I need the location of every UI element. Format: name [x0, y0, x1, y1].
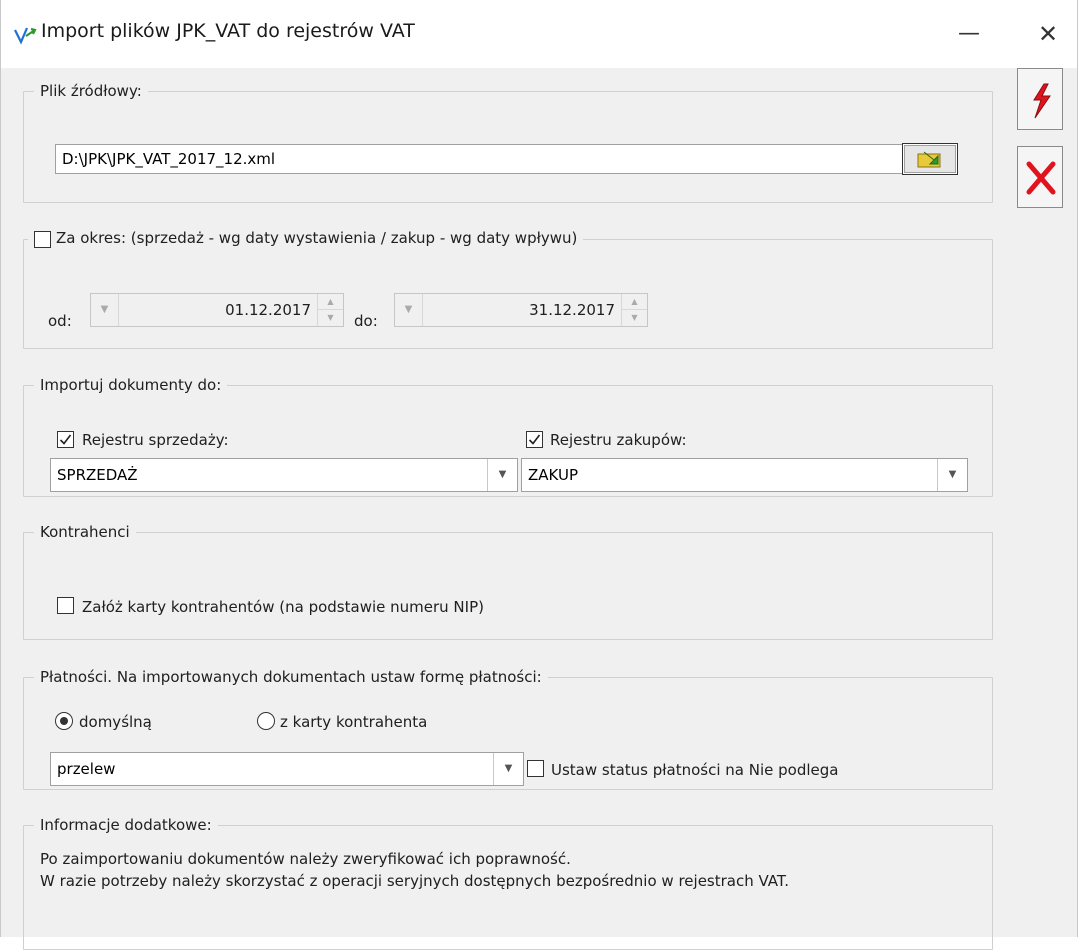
- contractors-legend: Kontrahenci: [34, 521, 136, 543]
- import-to-legend: Importuj dokumenty do:: [34, 374, 228, 396]
- create-cards-label: Załóż karty kontrahentów (na podstawie n…: [82, 598, 484, 616]
- payment-default-label: domyślną: [79, 713, 152, 731]
- payment-method-value: przelew: [57, 760, 116, 778]
- date-to-picker[interactable]: ▼ 31.12.2017 ▲ ▼: [394, 293, 648, 327]
- date-from-spinner[interactable]: ▲ ▼: [317, 294, 343, 326]
- date-to-spinner[interactable]: ▲ ▼: [621, 294, 647, 326]
- purchase-register-select[interactable]: ZAKUP ▼: [521, 458, 968, 492]
- import-to-group: Importuj dokumenty do: Rejestru sprzedaż…: [23, 374, 993, 497]
- date-from-dropdown-icon[interactable]: ▼: [91, 294, 119, 326]
- create-cards-checkbox[interactable]: [57, 597, 74, 614]
- source-file-legend: Plik źródłowy:: [34, 80, 148, 102]
- date-from-value: 01.12.2017: [225, 301, 311, 319]
- payment-method-select[interactable]: przelew ▼: [50, 752, 524, 786]
- sales-register-select[interactable]: SPRZEDAŻ ▼: [50, 458, 518, 492]
- purchase-register-checkbox[interactable]: [526, 431, 543, 448]
- date-to-dropdown-icon[interactable]: ▼: [395, 294, 423, 326]
- folder-browse-icon: [917, 151, 941, 168]
- source-file-group: Plik źródłowy: D:\JPK\JPK_VAT_2017_12.xm…: [23, 80, 993, 203]
- checkmark-icon: [528, 434, 541, 445]
- period-group: Za okres: (sprzedaż - wg daty wystawieni…: [23, 227, 993, 349]
- period-label: Za okres: (sprzedaż - wg daty wystawieni…: [56, 229, 578, 247]
- spin-up-icon[interactable]: ▲: [318, 294, 343, 310]
- info-line-2: W razie potrzeby należy skorzystać z ope…: [40, 872, 790, 890]
- spin-down-icon[interactable]: ▼: [318, 310, 343, 326]
- window-title: Import plików JPK_VAT do rejestrów VAT: [41, 20, 415, 42]
- radio-selected-dot: [60, 717, 68, 725]
- close-button[interactable]: ✕: [1025, 14, 1071, 54]
- import-jpk-dialog: Import plików JPK_VAT do rejestrów VAT —…: [0, 0, 1078, 950]
- purchase-register-label: Rejestru zakupów:: [550, 431, 687, 449]
- chevron-down-icon[interactable]: ▼: [487, 459, 517, 491]
- purchase-register-value: ZAKUP: [528, 466, 578, 484]
- cancel-button[interactable]: [1017, 146, 1063, 208]
- checkmark-icon: [59, 434, 72, 445]
- date-from-picker[interactable]: ▼ 01.12.2017 ▲ ▼: [90, 293, 344, 327]
- period-legend: Za okres: (sprzedaż - wg daty wystawieni…: [28, 227, 584, 249]
- confirm-import-button[interactable]: [1017, 68, 1063, 130]
- spin-down-icon[interactable]: ▼: [622, 310, 647, 326]
- payment-default-radio[interactable]: [55, 712, 73, 730]
- file-path-input[interactable]: D:\JPK\JPK_VAT_2017_12.xml: [55, 144, 915, 174]
- lightning-icon: [1033, 83, 1051, 119]
- spin-up-icon[interactable]: ▲: [622, 294, 647, 310]
- not-applicable-label: Ustaw status płatności na Nie podlega: [551, 761, 839, 779]
- to-label: do:: [354, 312, 378, 330]
- payment-card-radio[interactable]: [257, 712, 275, 730]
- contractors-group: Kontrahenci Załóż karty kontrahentów (na…: [23, 521, 993, 640]
- payment-card-label: z karty kontrahenta: [280, 713, 428, 731]
- additional-info-group: Informacje dodatkowe: Po zaimportowaniu …: [23, 814, 993, 950]
- period-checkbox[interactable]: [34, 231, 51, 248]
- payments-group: Płatności. Na importowanych dokumentach …: [23, 666, 993, 790]
- sales-register-checkbox[interactable]: [57, 431, 74, 448]
- sales-register-label: Rejestru sprzedaży:: [82, 431, 229, 449]
- title-bar: Import plików JPK_VAT do rejestrów VAT —…: [1, 0, 1077, 68]
- payments-legend: Płatności. Na importowanych dokumentach …: [34, 666, 548, 688]
- info-line-1: Po zaimportowaniu dokumentów należy zwer…: [40, 850, 571, 868]
- from-label: od:: [48, 312, 72, 330]
- chevron-down-icon[interactable]: ▼: [937, 459, 967, 491]
- red-x-icon: [1026, 161, 1056, 195]
- chevron-down-icon[interactable]: ▼: [493, 753, 523, 785]
- minimize-button[interactable]: —: [946, 14, 992, 54]
- browse-file-button[interactable]: [902, 143, 958, 175]
- not-applicable-checkbox[interactable]: [527, 760, 544, 777]
- date-to-value: 31.12.2017: [529, 301, 615, 319]
- sales-register-value: SPRZEDAŻ: [57, 466, 138, 484]
- additional-info-legend: Informacje dodatkowe:: [34, 814, 218, 836]
- app-icon: [14, 27, 37, 45]
